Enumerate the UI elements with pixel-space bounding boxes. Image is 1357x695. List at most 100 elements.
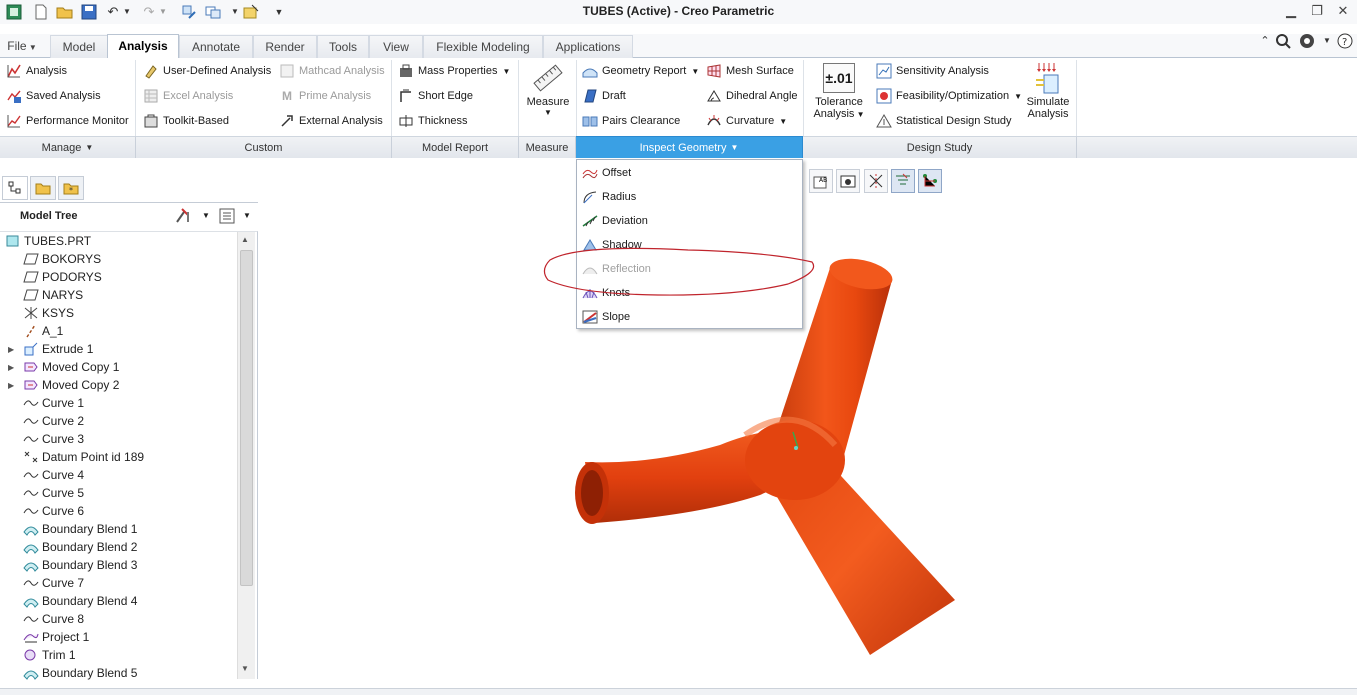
help-dropdown-icon[interactable]: ▼	[1318, 32, 1336, 49]
tree-node[interactable]: TUBES.PRT	[0, 232, 236, 250]
tree-show-icon[interactable]	[219, 208, 235, 227]
tab-tools[interactable]: Tools	[317, 35, 369, 58]
measure-button[interactable]: Measure ▼	[522, 60, 574, 132]
open-icon[interactable]	[56, 3, 74, 20]
tree-node[interactable]: Curve 4	[0, 466, 236, 484]
statistical-design-study-button[interactable]: Statistical Design Study	[876, 110, 1012, 132]
tree-node[interactable]: Boundary Blend 3	[0, 556, 236, 574]
curvature-dropdown-icon[interactable]: ▼	[779, 117, 787, 126]
tab-render[interactable]: Render	[253, 35, 317, 58]
pairs-clearance-button[interactable]: Pairs Clearance	[582, 110, 680, 132]
geometry-report-button[interactable]: Geometry Report ▼	[582, 60, 699, 82]
saved-analysis-button[interactable]: Saved Analysis	[6, 85, 101, 107]
regenerate-icon[interactable]	[180, 3, 198, 20]
search-icon[interactable]	[1274, 32, 1292, 49]
toolkit-based-button[interactable]: Toolkit-Based	[143, 110, 229, 132]
app-icon[interactable]	[5, 3, 23, 20]
tolerance-dropdown-icon[interactable]: ▼	[854, 110, 865, 119]
coordinate-system-display-icon[interactable]	[918, 169, 942, 193]
expand-arrow-icon[interactable]: ▶	[0, 381, 22, 390]
performance-monitor-button[interactable]: Performance Monitor	[6, 110, 129, 132]
group-manage[interactable]: Manage ▼	[0, 136, 136, 158]
group-inspect-geometry[interactable]: Inspect Geometry ▼	[576, 136, 803, 158]
windows-icon[interactable]	[204, 3, 222, 20]
tab-view[interactable]: View	[369, 35, 423, 58]
undo-dropdown-icon[interactable]: ▼	[118, 3, 136, 20]
scroll-thumb[interactable]	[240, 250, 253, 586]
geometry-report-dropdown-icon[interactable]: ▼	[691, 67, 699, 76]
tree-node[interactable]: Datum Point id 189	[0, 448, 236, 466]
tree-settings-icon[interactable]	[174, 207, 196, 228]
expand-arrow-icon[interactable]: ▶	[0, 363, 22, 372]
save-icon[interactable]	[80, 3, 98, 20]
expand-arrow-icon[interactable]: ▶	[0, 345, 22, 354]
dihedral-angle-button[interactable]: Dihedral Angle	[706, 85, 798, 107]
model-tree-tab[interactable]	[2, 176, 28, 200]
mass-properties-button[interactable]: Mass Properties ▼	[398, 60, 510, 82]
saved-orientations-icon[interactable]	[836, 169, 860, 193]
tree-node[interactable]: KSYS	[0, 304, 236, 322]
tree-scrollbar[interactable]: ▲ ▼	[237, 232, 255, 679]
prime-analysis-button[interactable]: M Prime Analysis	[279, 85, 371, 107]
tab-flexible-modeling[interactable]: Flexible Modeling	[423, 35, 543, 58]
tree-node[interactable]: PODORYS	[0, 268, 236, 286]
tab-annotate[interactable]: Annotate	[179, 35, 253, 58]
excel-analysis-button[interactable]: Excel Analysis	[143, 85, 233, 107]
feasibility-optimization-button[interactable]: Feasibility/Optimization ▼	[876, 85, 1022, 107]
tree-node[interactable]: Project 1	[0, 628, 236, 646]
tree-node[interactable]: Curve 1	[0, 394, 236, 412]
menu-item-slope[interactable]: Slope	[577, 306, 802, 328]
minimize-icon[interactable]: ▁	[1280, 2, 1302, 20]
short-edge-button[interactable]: Short Edge	[398, 85, 473, 107]
tolerance-analysis-button[interactable]: ±.01 Tolerance Analysis ▼	[810, 60, 868, 132]
tree-node[interactable]: Curve 6	[0, 502, 236, 520]
tree-node[interactable]: Boundary Blend 5	[0, 664, 236, 682]
help-icon[interactable]	[1298, 32, 1316, 49]
thickness-button[interactable]: Thickness	[398, 110, 468, 132]
tree-node[interactable]: Curve 8	[0, 610, 236, 628]
customize-icon[interactable]: ▼	[270, 3, 288, 20]
user-defined-analysis-button[interactable]: User-Defined Analysis	[143, 60, 271, 82]
measure-dropdown-icon[interactable]: ▼	[522, 108, 574, 117]
tree-node[interactable]: A_1	[0, 322, 236, 340]
tab-analysis[interactable]: Analysis	[107, 34, 179, 58]
close-window-icon[interactable]	[242, 3, 260, 20]
tree-node[interactable]: ▶ Moved Copy 2	[0, 376, 236, 394]
folder-browser-tab[interactable]	[30, 176, 56, 200]
tree-node[interactable]: Curve 2	[0, 412, 236, 430]
tree-node[interactable]: Boundary Blend 2	[0, 538, 236, 556]
tree-node[interactable]: Curve 5	[0, 484, 236, 502]
mathcad-analysis-button[interactable]: Mathcad Analysis	[279, 60, 385, 82]
tree-node[interactable]: Boundary Blend 4	[0, 592, 236, 610]
tree-settings-dropdown-icon[interactable]: ▼	[202, 211, 210, 220]
datum-axis-display-icon[interactable]	[864, 169, 888, 193]
annotation-display-icon[interactable]: AB	[809, 169, 833, 193]
favorites-tab[interactable]: *	[58, 176, 84, 200]
tree-node[interactable]: Curve 7	[0, 574, 236, 592]
restore-icon[interactable]: ❐	[1306, 2, 1328, 20]
scroll-up-icon[interactable]: ▲	[241, 235, 249, 244]
mass-properties-dropdown-icon[interactable]: ▼	[502, 67, 510, 76]
tree-node[interactable]: ▶ Extrude 1	[0, 340, 236, 358]
datum-point-display-icon[interactable]	[891, 169, 915, 193]
menu-item-radius[interactable]: Radius	[577, 186, 802, 208]
feasibility-dropdown-icon[interactable]: ▼	[1014, 92, 1022, 101]
draft-button[interactable]: Draft	[582, 85, 626, 107]
help-question-icon[interactable]: ?	[1336, 32, 1354, 49]
mesh-surface-button[interactable]: Mesh Surface	[706, 60, 794, 82]
collapse-ribbon-icon[interactable]: ⌃	[1256, 32, 1274, 49]
tab-file[interactable]: File ▼	[2, 35, 42, 58]
tree-node[interactable]: NARYS	[0, 286, 236, 304]
tab-applications[interactable]: Applications	[543, 35, 633, 58]
tab-model[interactable]: Model	[50, 35, 108, 58]
new-icon[interactable]	[32, 3, 50, 20]
analysis-button[interactable]: Analysis	[6, 60, 67, 82]
curvature-button[interactable]: Curvature ▼	[706, 110, 787, 132]
simulate-analysis-button[interactable]: Simulate Analysis	[1022, 60, 1074, 132]
tree-node[interactable]: ▶ Moved Copy 1	[0, 358, 236, 376]
tree-node[interactable]: BOKORYS	[0, 250, 236, 268]
menu-item-deviation[interactable]: Deviation	[577, 210, 802, 232]
external-analysis-button[interactable]: External Analysis	[279, 110, 383, 132]
redo-dropdown-icon[interactable]: ▼	[154, 3, 172, 20]
close-icon[interactable]: ✕	[1332, 2, 1354, 20]
